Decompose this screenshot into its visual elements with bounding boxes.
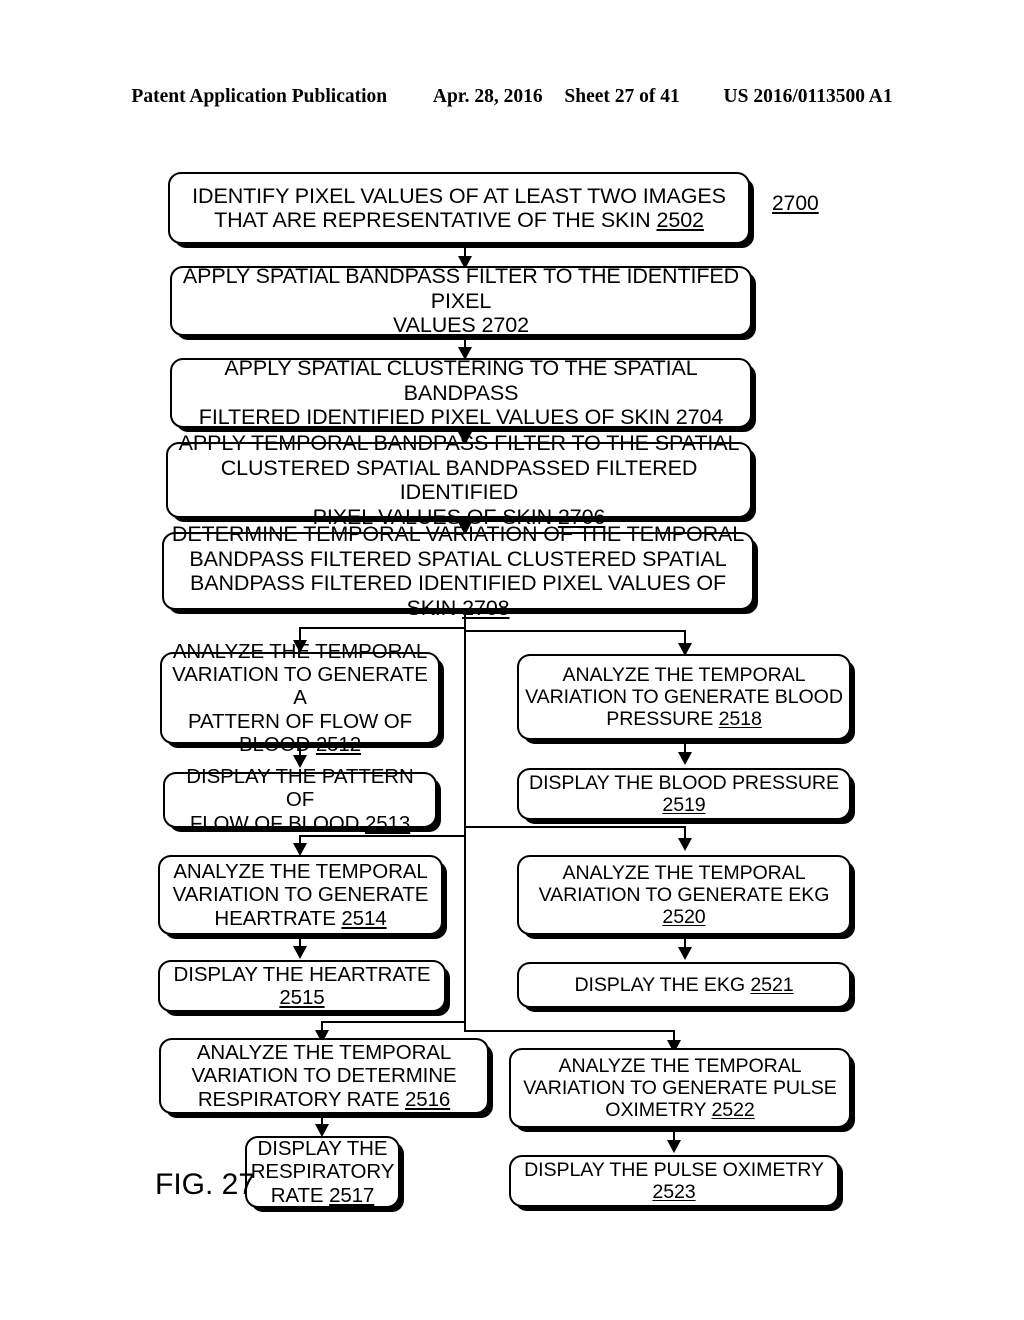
flow-node-2515: DISPLAY THE HEARTRATE 2515 bbox=[158, 960, 446, 1012]
flow-node-2708: DETERMINE TEMPORAL VARIATION OF THE TEMP… bbox=[162, 522, 754, 620]
flow-node-2502: IDENTIFY PIXEL VALUES OF AT LEAST TWO IM… bbox=[168, 172, 750, 244]
flow-node-2516: ANALYZE THE TEMPORAL VARIATION TO DETERM… bbox=[159, 1038, 489, 1114]
flow-node-2515-text: DISPLAY THE HEARTRATE 2515 bbox=[173, 962, 431, 1009]
publication-header: Patent Application Publication Apr. 28, … bbox=[0, 86, 1024, 108]
flow-node-2513: DISPLAY THE PATTERN OF FLOW OF BLOOD 251… bbox=[163, 765, 437, 835]
header-publication-title: Patent Application Publication bbox=[131, 86, 388, 107]
flow-node-2518: ANALYZE THE TEMPORAL VARIATION TO GENERA… bbox=[517, 654, 851, 740]
flow-node-2702-text: APPLY SPATIAL BANDPASS FILTER TO THE IDE… bbox=[182, 264, 740, 338]
arrowhead-2514-to-2515 bbox=[293, 946, 307, 959]
header-document-number: US 2016/0113500 A1 bbox=[723, 86, 893, 107]
flow-node-2520-text: ANALYZE THE TEMPORAL VARIATION TO GENERA… bbox=[538, 861, 830, 929]
trunk-branch-level2-left bbox=[299, 835, 466, 838]
patent-figure-page: Patent Application Publication Apr. 28, … bbox=[0, 0, 1024, 1320]
flow-node-2519: DISPLAY THE BLOOD PRESSURE 2519 bbox=[517, 768, 851, 820]
flow-node-2523-text: DISPLAY THE PULSE OXIMETRY 2523 bbox=[524, 1158, 824, 1203]
header-date: Apr. 28, 2016 bbox=[432, 86, 543, 107]
arrowhead-2522-to-2523 bbox=[667, 1140, 681, 1153]
flow-node-2516-text: ANALYZE THE TEMPORAL VARIATION TO DETERM… bbox=[191, 1040, 457, 1111]
flow-node-2502-text: IDENTIFY PIXEL VALUES OF AT LEAST TWO IM… bbox=[192, 183, 726, 233]
flow-node-2514-text: ANALYZE THE TEMPORAL VARIATION TO GENERA… bbox=[172, 859, 429, 930]
arrowhead-to-2520 bbox=[678, 838, 692, 851]
flow-node-2512: ANALYZE THE TEMPORAL VARIATION TO GENERA… bbox=[160, 640, 440, 756]
header-sheet-number: Sheet 27 of 41 bbox=[564, 86, 680, 107]
flow-node-2523: DISPLAY THE PULSE OXIMETRY 2523 bbox=[509, 1155, 839, 1207]
figure-label: FIG. 27 bbox=[155, 1168, 256, 1201]
trunk-branch-level1-left bbox=[299, 627, 466, 630]
flow-node-2517-text: DISPLAY THE RESPIRATORY RATE 2517 bbox=[250, 1136, 395, 1207]
arrowhead-2520-to-2521 bbox=[678, 947, 692, 960]
flow-node-2522-text: ANALYZE THE TEMPORAL VARIATION TO GENERA… bbox=[523, 1054, 837, 1122]
trunk-branch-level2-right bbox=[464, 826, 686, 829]
flow-node-2704-text: APPLY SPATIAL CLUSTERING TO THE SPATIAL … bbox=[198, 356, 724, 430]
flow-node-2517: DISPLAY THE RESPIRATORY RATE 2517 bbox=[245, 1136, 400, 1208]
flow-node-2708-text: DETERMINE TEMPORAL VARIATION OF THE TEMP… bbox=[171, 522, 745, 620]
flow-node-2521: DISPLAY THE EKG 2521 bbox=[517, 962, 851, 1008]
flow-node-2706: APPLY TEMPORAL BANDPASS FILTER TO THE SP… bbox=[166, 431, 752, 529]
flow-node-2706-text: APPLY TEMPORAL BANDPASS FILTER TO THE SP… bbox=[178, 431, 740, 529]
trunk-branch-level3-right bbox=[464, 1030, 675, 1033]
trunk-branch-level3-left bbox=[321, 1021, 466, 1024]
trunk-vertical-main bbox=[464, 610, 467, 1032]
diagram-reference-numeral: 2700 bbox=[772, 192, 819, 215]
flow-node-2519-text: DISPLAY THE BLOOD PRESSURE 2519 bbox=[529, 771, 839, 816]
flow-node-2513-text: DISPLAY THE PATTERN OF FLOW OF BLOOD 251… bbox=[186, 764, 414, 835]
flow-node-2522: ANALYZE THE TEMPORAL VARIATION TO GENERA… bbox=[509, 1048, 851, 1128]
flow-node-2520: ANALYZE THE TEMPORAL VARIATION TO GENERA… bbox=[517, 855, 851, 935]
flow-node-2512-text: ANALYZE THE TEMPORAL VARIATION TO GENERA… bbox=[172, 639, 428, 757]
flow-node-2514: ANALYZE THE TEMPORAL VARIATION TO GENERA… bbox=[158, 855, 443, 935]
arrowhead-2518-to-2519 bbox=[678, 752, 692, 765]
flow-node-2521-text: DISPLAY THE EKG 2521 bbox=[574, 973, 794, 996]
flow-node-2518-text: ANALYZE THE TEMPORAL VARIATION TO GENERA… bbox=[525, 663, 843, 731]
trunk-branch-level1-right bbox=[464, 630, 686, 633]
flow-node-2704: APPLY SPATIAL CLUSTERING TO THE SPATIAL … bbox=[170, 356, 752, 430]
flow-node-2702: APPLY SPATIAL BANDPASS FILTER TO THE IDE… bbox=[170, 264, 752, 338]
